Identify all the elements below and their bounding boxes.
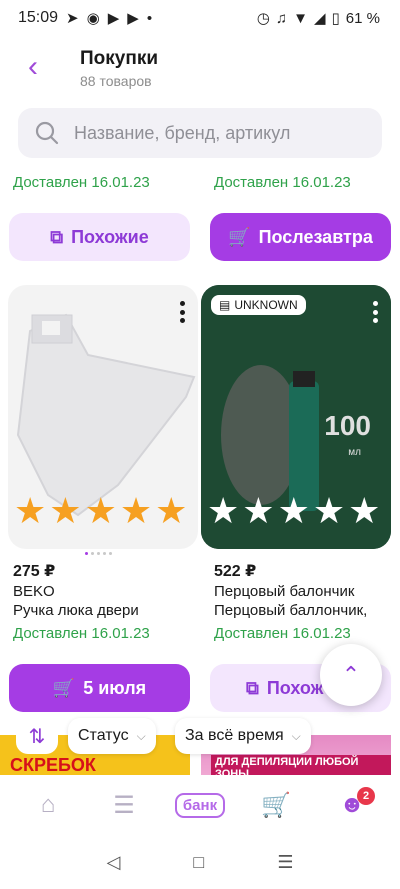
chevron-down-icon: ⌵ <box>291 728 301 743</box>
signal-icon: ◢ <box>313 10 326 27</box>
similar-label: Похожие <box>71 226 149 247</box>
similar-label: Похож <box>266 677 324 698</box>
items-count: 88 товаров <box>80 73 152 89</box>
youtube-icon: ▶ <box>127 10 139 27</box>
chevron-down-icon: ⌵ <box>136 728 146 743</box>
status-time: 15:09 <box>18 9 59 26</box>
product-brand: Перцовый балончик <box>214 583 355 600</box>
location-icon: ◉ <box>86 10 100 27</box>
cart-icon: 🛒 <box>52 677 76 698</box>
notification-badge: 2 <box>357 787 375 805</box>
rating-stars: ★ ★ ★ ★ ★ <box>207 493 380 529</box>
sort-button[interactable]: ⇅ <box>16 718 58 754</box>
header: ‹ Покупки 88 товаров <box>0 40 400 96</box>
product-price: 275 ₽ <box>13 563 56 580</box>
svg-text:100: 100 <box>324 410 371 441</box>
star-icon: ★ <box>84 490 117 531</box>
youtube-icon: ▶ <box>107 10 120 27</box>
similar-button[interactable]: ⧉ Похожие <box>9 213 190 261</box>
delivered-status: Доставлен 16.01.23 <box>13 625 150 642</box>
badge-label: UNKNOWN <box>234 298 298 312</box>
cart-icon: 🛒 <box>228 226 251 247</box>
more-menu-icon[interactable] <box>373 301 379 323</box>
star-icon: ★ <box>207 490 240 531</box>
tab-profile[interactable]: ☻ 2 <box>327 785 377 825</box>
back-icon[interactable]: ◁ <box>107 852 121 873</box>
cart-icon: 🛒 <box>261 791 291 819</box>
headset-icon: ♫ <box>275 9 288 27</box>
delivered-status: Доставлен 16.01.23 <box>13 174 150 191</box>
home-icon[interactable]: □ <box>193 852 204 873</box>
image-pager <box>85 552 112 555</box>
star-icon: ★ <box>49 490 82 531</box>
scroll-top-button[interactable]: ⌃ <box>320 644 382 706</box>
star-icon: ★ <box>277 490 310 531</box>
rating-stars: ★ ★ ★ ★ ★ <box>14 493 187 529</box>
peek-label: ДЛЯ ДЕПИЛЯЦИИ ЛЮБОЙ ЗОНЫ <box>211 755 391 775</box>
bottom-tab-bar: ⌂ ☰ банк 🛒 ☻ 2 <box>0 776 400 834</box>
search-placeholder: Название, бренд, артикул <box>74 122 291 143</box>
search-input[interactable]: Название, бренд, артикул <box>18 108 382 158</box>
period-filter[interactable]: За всё время ⌵ <box>175 718 311 754</box>
status-filter-label: Статус <box>78 727 129 744</box>
buy-button[interactable]: 🛒 5 июля <box>9 664 190 712</box>
product-name: Ручка люка двери <box>13 602 139 619</box>
tab-home[interactable]: ⌂ <box>23 785 73 825</box>
filter-bar: ⇅ Статус ⌵ За всё время ⌵ <box>0 716 400 756</box>
product-name: Перцовый баллончик, <box>214 602 368 619</box>
star-icon: ★ <box>348 490 381 531</box>
star-icon: ★ <box>14 490 47 531</box>
telegram-icon: ➤ <box>66 10 79 27</box>
battery-percent: 61 % <box>345 9 380 27</box>
delivered-status: Доставлен 16.01.23 <box>214 625 351 642</box>
product-brand: BEKO <box>13 583 55 600</box>
star-icon: ★ <box>242 490 275 531</box>
wifi-icon: ▼ <box>293 9 308 27</box>
battery-icon: ▯ <box>331 10 340 27</box>
status-bar: 15:09 ➤ ◉ ▶ ▶ • ◷ ♫ ▼ ◢ ▯ 61 % <box>0 0 400 36</box>
search-icon <box>35 121 59 145</box>
product-image[interactable]: 100 мл ▤ UNKNOWN ★ ★ ★ ★ ★ <box>201 285 391 549</box>
chevron-up-icon: ⌃ <box>341 662 361 687</box>
recents-icon[interactable]: ☰ <box>277 852 293 873</box>
tab-cart[interactable]: 🛒 <box>251 785 301 825</box>
buy-button[interactable]: 🛒 Послезавтра <box>210 213 391 261</box>
star-icon: ★ <box>119 490 153 531</box>
tag-icon: ▤ <box>219 298 231 312</box>
more-menu-icon[interactable] <box>180 301 186 323</box>
buy-label: Послезавтра <box>258 226 373 247</box>
status-filter[interactable]: Статус ⌵ <box>68 718 156 754</box>
tab-bank[interactable]: банк <box>174 785 226 825</box>
page-title: Покупки <box>80 48 159 69</box>
alarm-icon: ◷ <box>256 10 270 27</box>
bank-label: банк <box>174 792 226 818</box>
home-search-icon: ⌂ <box>40 791 56 818</box>
sort-icon: ⇅ <box>28 725 46 748</box>
product-price: 522 ₽ <box>214 563 257 580</box>
svg-text:мл: мл <box>348 447 361 458</box>
star-icon: ★ <box>155 490 188 531</box>
similar-icon: ⧉ <box>50 226 64 247</box>
delivered-status: Доставлен 16.01.23 <box>214 174 351 191</box>
similar-icon: ⧉ <box>246 677 259 698</box>
unknown-badge: ▤ UNKNOWN <box>211 295 306 315</box>
product-image[interactable]: ★ ★ ★ ★ ★ <box>8 285 198 549</box>
star-icon: ★ <box>312 490 346 531</box>
peek-label: СКРЕБОК <box>10 755 96 775</box>
buy-label: 5 июля <box>83 677 147 698</box>
dot-icon: • <box>146 9 153 27</box>
menu-icon: ☰ <box>113 791 135 819</box>
period-filter-label: За всё время <box>185 727 284 744</box>
tab-catalog[interactable]: ☰ <box>99 785 149 825</box>
system-nav-bar: ◁ □ ☰ <box>0 836 400 889</box>
back-arrow-icon[interactable]: ‹ <box>18 52 48 82</box>
